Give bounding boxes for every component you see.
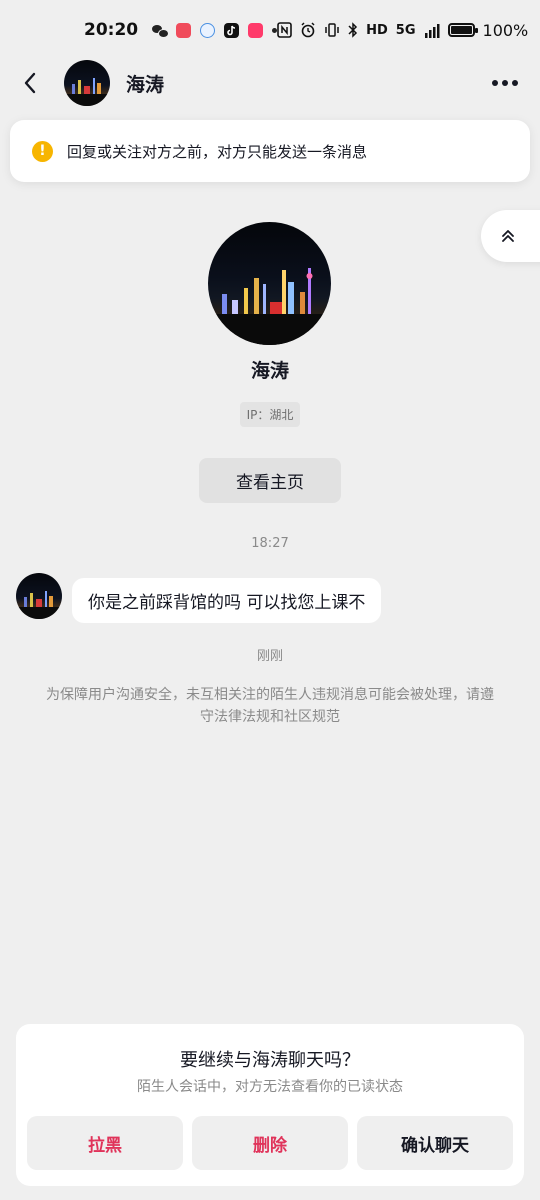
notice-text: 回复或关注对方之前，对方只能发送一条消息	[67, 142, 368, 161]
status-time: 20:20	[84, 20, 139, 40]
network-label: 5G	[395, 22, 416, 38]
message-timestamp: 18:27	[251, 536, 289, 551]
chevron-left-icon	[24, 72, 36, 94]
more-dot-icon	[512, 80, 518, 86]
back-button[interactable]	[0, 60, 60, 106]
safety-notice: 为保障用户沟通安全，未互相关注的陌生人违规消息可能会被处理，请遵守法律法规和社区…	[46, 687, 494, 725]
chat-title: 海涛	[126, 73, 165, 96]
status-bar: 20:20 HD 5G 100%	[0, 0, 540, 60]
sheet-title: 要继续与海涛聊天吗？	[180, 1050, 360, 1071]
block-button[interactable]: 拉黑	[27, 1116, 183, 1170]
chat-header: 海涛	[0, 60, 540, 106]
wechat-icon	[152, 23, 170, 38]
sheet-subtitle: 陌生人会话中，对方无法查看你的已读状态	[137, 1079, 403, 1095]
more-dot-icon	[492, 80, 498, 86]
vibrate-icon	[325, 23, 339, 37]
nfc-icon	[277, 22, 292, 38]
delete-button[interactable]: 删除	[192, 1116, 348, 1170]
system-icons: HD 5G 100%	[277, 21, 528, 40]
ip-location-tag: IP：湖北	[240, 402, 300, 427]
warning-icon: !	[32, 140, 53, 162]
sender-avatar[interactable]	[16, 573, 62, 619]
app-notification-icon	[248, 22, 264, 38]
profile-name: 海涛	[250, 360, 289, 382]
signal-icon	[424, 23, 440, 38]
bluetooth-icon	[348, 22, 358, 38]
stranger-chat-sheet: 要继续与海涛聊天吗？ 陌生人会话中，对方无法查看你的已读状态 拉黑 删除 确认聊…	[16, 1024, 524, 1186]
chat-screen: 20:20 HD 5G 100% 海涛 ! 回复或关注对方之前，对方只能发送一条…	[0, 0, 540, 1200]
double-chevron-up-icon	[502, 230, 514, 242]
header-avatar[interactable]	[64, 60, 110, 106]
view-homepage-button[interactable]: 查看主页	[199, 458, 341, 503]
more-dot-icon	[502, 80, 508, 86]
confirm-chat-button[interactable]: 确认聊天	[357, 1116, 513, 1170]
tiktok-icon	[224, 22, 240, 38]
reply-limit-notice: ! 回复或关注对方之前，对方只能发送一条消息	[10, 120, 530, 182]
battery-icon	[447, 23, 478, 37]
music-app-icon	[176, 22, 192, 38]
scroll-top-button[interactable]	[481, 210, 540, 262]
message-bubble[interactable]: 你是之前踩背馆的吗 可以找您上课不	[72, 578, 382, 623]
more-options-button[interactable]	[492, 80, 518, 86]
profile-avatar[interactable]	[208, 222, 331, 345]
hd-icon: HD	[366, 22, 388, 38]
notification-icons	[152, 22, 278, 38]
message-timestamp-recent: 刚刚	[256, 649, 283, 664]
battery-level: 100%	[482, 20, 529, 40]
search-app-icon	[200, 22, 216, 38]
alarm-icon	[301, 22, 315, 38]
